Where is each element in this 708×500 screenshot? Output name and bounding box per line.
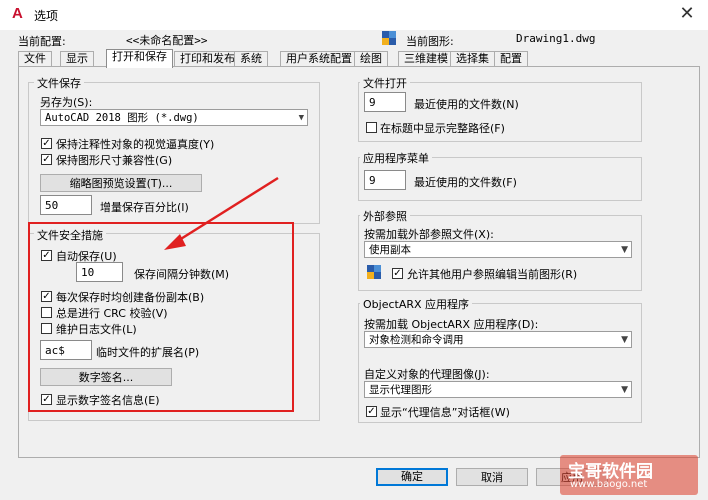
current-profile-label: 当前配置:	[18, 35, 66, 48]
objectarx-demand-label: 按需加载 ObjectARX 应用程序(D):	[364, 318, 539, 331]
save-as-dropdown[interactable]: AutoCAD 2018 图形 (*.dwg) ▼	[40, 109, 308, 126]
file-open-group-label: 文件打开	[360, 75, 410, 91]
watermark: 宝哥软件园 www.baogo.net	[560, 455, 698, 495]
chevron-down-icon: ▼	[621, 245, 628, 255]
tab-strip: 文件 显示 打开和保存 打印和发布 系统 用户系统配置 绘图 三维建模 选择集 …	[18, 49, 698, 68]
tab-selection[interactable]: 选择集	[450, 51, 495, 67]
current-profile-value: <<未命名配置>>	[126, 34, 208, 47]
current-drawing-value: Drawing1.dwg	[516, 32, 596, 45]
drawing-size-checkbox[interactable]: ✓	[41, 154, 52, 165]
annotation-arrow-icon	[164, 176, 279, 250]
recent-files-input[interactable]: 9	[364, 92, 406, 112]
allow-edit-checkbox[interactable]: ✓	[392, 268, 403, 279]
objectarx-demand-dropdown[interactable]: 对象检测和命令调用 ▼	[364, 331, 632, 348]
window-title: 选项	[34, 9, 59, 23]
app-menu-recent-input[interactable]: 9	[364, 170, 406, 190]
title-bar	[0, 0, 708, 30]
save-as-value: AutoCAD 2018 图形 (*.dwg)	[45, 112, 199, 124]
tab-open-save[interactable]: 打开和保存	[106, 49, 173, 68]
chevron-down-icon: ▼	[621, 335, 628, 345]
annotative-checkbox[interactable]: ✓	[41, 138, 52, 149]
drawing-icon	[381, 30, 397, 46]
full-path-label: 在标题中显示完整路径(F)	[380, 122, 505, 135]
tab-3d-modeling[interactable]: 三维建模	[398, 51, 454, 67]
annotative-label: 保持注释性对象的视觉逼真度(Y)	[56, 138, 215, 151]
tab-system[interactable]: 系统	[234, 51, 268, 67]
proxy-image-dropdown[interactable]: 显示代理图形 ▼	[364, 381, 632, 398]
autocad-logo-icon: A	[12, 5, 23, 22]
objectarx-group-label: ObjectARX 应用程序	[360, 296, 473, 312]
tab-display[interactable]: 显示	[60, 51, 94, 67]
objectarx-demand-value: 对象检测和命令调用	[369, 334, 464, 346]
full-path-checkbox[interactable]	[366, 122, 377, 133]
allow-edit-label: 允许其他用户参照编辑当前图形(R)	[407, 268, 578, 281]
proxy-info-label: 显示“代理信息”对话框(W)	[380, 406, 510, 419]
proxy-image-value: 显示代理图形	[369, 384, 432, 396]
tab-files[interactable]: 文件	[18, 51, 52, 67]
app-menu-group-label: 应用程序菜单	[360, 150, 432, 166]
xref-demand-value: 使用副本	[369, 244, 411, 256]
incremental-save-input[interactable]: 50	[40, 195, 92, 215]
proxy-image-label: 自定义对象的代理图像(J):	[364, 368, 490, 381]
recent-files-label: 最近使用的文件数(N)	[414, 98, 519, 111]
file-save-group-label: 文件保存	[34, 75, 84, 91]
tab-plot-publish[interactable]: 打印和发布	[174, 51, 241, 67]
cancel-button[interactable]: 取消	[456, 468, 528, 486]
xref-drawing-icon	[366, 264, 382, 280]
chevron-down-icon: ▼	[621, 385, 628, 395]
ok-button[interactable]: 确定	[376, 468, 448, 486]
save-as-label: 另存为(S):	[40, 96, 93, 109]
xref-group-label: 外部参照	[360, 208, 410, 224]
xref-demand-dropdown[interactable]: 使用副本 ▼	[364, 241, 632, 258]
tab-user-preferences[interactable]: 用户系统配置	[280, 51, 358, 67]
drawing-size-label: 保持图形尺寸兼容性(G)	[56, 154, 173, 167]
current-drawing-label: 当前图形:	[406, 35, 454, 48]
close-icon[interactable]: ✕	[676, 3, 698, 25]
app-menu-recent-label: 最近使用的文件数(F)	[414, 176, 517, 189]
xref-demand-label: 按需加载外部参照文件(X):	[364, 228, 494, 241]
proxy-info-checkbox[interactable]: ✓	[366, 406, 377, 417]
chevron-down-icon: ▼	[298, 113, 304, 123]
watermark-url: www.baogo.net	[570, 479, 648, 490]
tab-drafting[interactable]: 绘图	[354, 51, 388, 67]
tab-profiles[interactable]: 配置	[494, 51, 528, 67]
